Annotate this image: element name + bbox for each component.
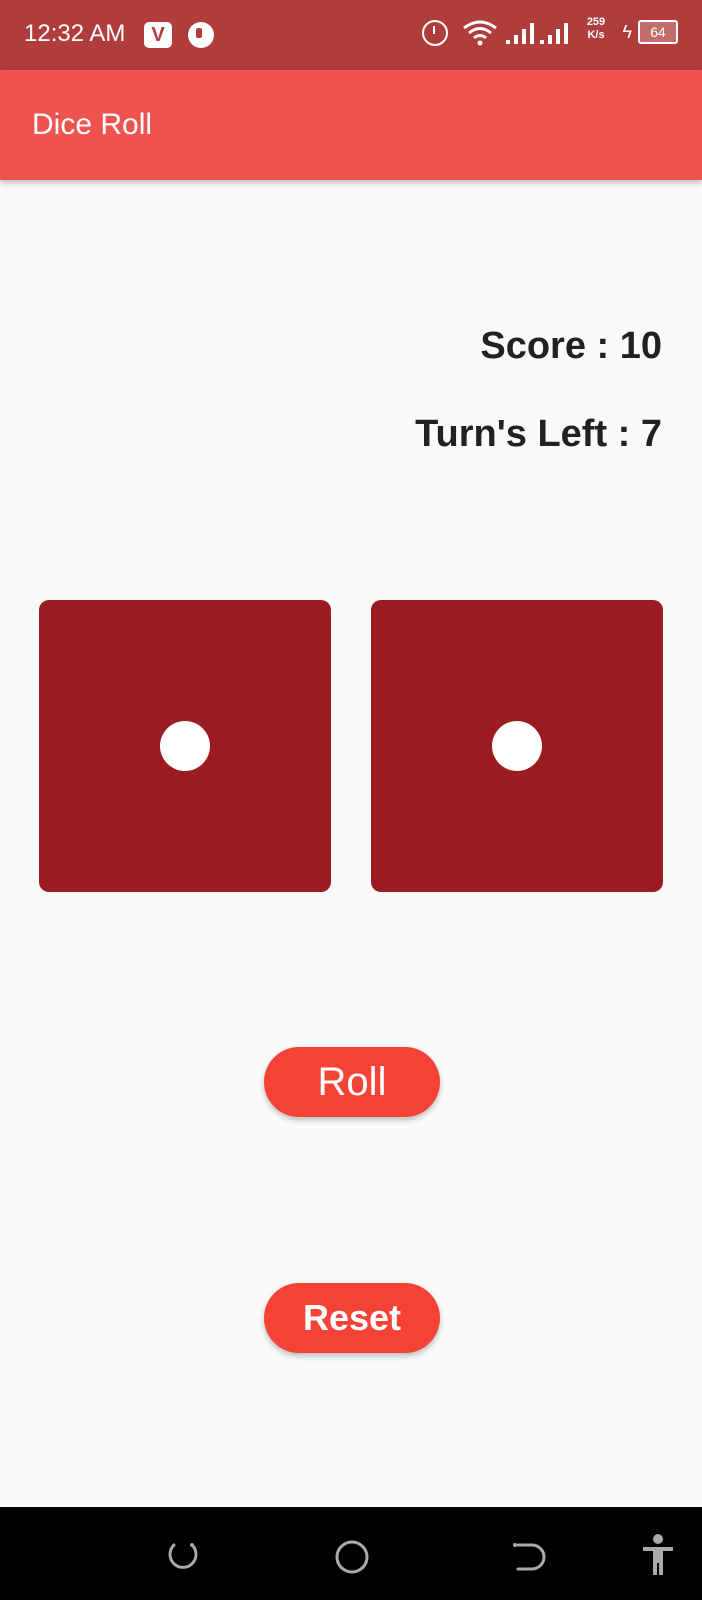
alarm-icon <box>422 20 448 46</box>
app-notification-icon-2 <box>188 22 214 48</box>
app-bar: Dice Roll <box>0 70 702 180</box>
app-title: Dice Roll <box>32 108 153 141</box>
score-text: Score : 10 <box>480 325 662 367</box>
signal-icon <box>506 23 568 44</box>
app-notification-icon: V <box>144 22 172 48</box>
battery-icon: 64 <box>638 20 678 44</box>
recent-apps-icon[interactable] <box>162 1537 202 1577</box>
network-speed-unit: K/s <box>587 29 605 41</box>
status-time: 12:32 AM <box>24 20 126 47</box>
status-icons: 259 K/s ϟ 64 <box>418 16 678 50</box>
roll-button[interactable]: Roll <box>264 1047 440 1117</box>
turns-left-text: Turn's Left : 7 <box>415 413 662 455</box>
wifi-icon <box>463 20 497 46</box>
die-left <box>39 600 331 892</box>
navigation-bar <box>0 1507 702 1600</box>
die-pip <box>160 721 210 771</box>
die-pip <box>492 721 542 771</box>
accessibility-icon[interactable] <box>640 1533 676 1577</box>
status-bar: 12:32 AM V 259 K/s ϟ 64 <box>0 0 702 70</box>
network-speed-value: 259 <box>586 16 606 28</box>
home-icon[interactable] <box>332 1537 372 1577</box>
reset-button[interactable]: Reset <box>264 1283 440 1353</box>
charging-icon: ϟ <box>622 22 632 42</box>
network-speed: 259 K/s <box>580 16 612 42</box>
die-right <box>371 600 663 892</box>
back-icon[interactable] <box>510 1537 550 1577</box>
